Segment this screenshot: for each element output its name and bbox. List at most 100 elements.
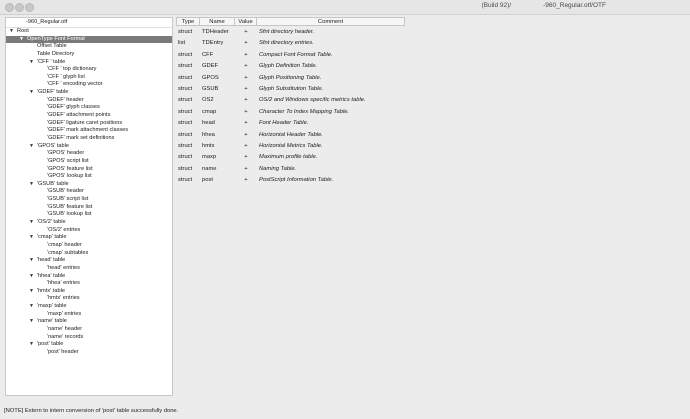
tree-item[interactable]: 'maxp' entries xyxy=(6,311,172,319)
tree-item[interactable]: 'GPOS' script list xyxy=(6,158,172,166)
tree-item[interactable]: ▼'name' table xyxy=(6,318,172,326)
cell-name: GDEF xyxy=(202,63,219,70)
tree-item[interactable]: 'name' header xyxy=(6,326,172,334)
cell-value[interactable]: + xyxy=(235,61,257,72)
table-row[interactable]: struct cmap + Character To Index Mapping Ta… xyxy=(176,107,690,118)
cell-value[interactable]: + xyxy=(235,38,257,49)
table-row[interactable]: struct post + PostScript Information Table. xyxy=(176,175,690,186)
table-row[interactable]: struct GPOS + Glyph Positioning Table. xyxy=(176,73,690,84)
tree-item[interactable]: ▼'head' table xyxy=(6,257,172,265)
cell-value[interactable]: + xyxy=(235,107,257,118)
tree-item[interactable]: 'GSUB' feature list xyxy=(6,204,172,212)
tree-item[interactable]: ▼ 'CFF ' table xyxy=(6,59,172,67)
disclosure-triangle-icon[interactable]: ▼ xyxy=(29,318,34,326)
tree-item[interactable]: 'CFF ' encoding vector xyxy=(6,81,172,89)
tree-item[interactable]: 'GDEF' glyph classes xyxy=(6,104,172,112)
tree-item[interactable]: 'cmap' subtables xyxy=(6,250,172,258)
tree-item[interactable]: ▼ 'GPOS' table xyxy=(6,143,172,151)
tree-item[interactable]: 'GDEF' mark attachment classes xyxy=(6,127,172,135)
tree-item[interactable]: Offset Table xyxy=(6,43,172,51)
table-row[interactable]: list TDEntry + Sfnt directory entries. xyxy=(176,38,690,49)
table-row[interactable]: struct hhea + Horizontal Header Table. xyxy=(176,130,690,141)
disclosure-triangle-icon[interactable]: ▼ xyxy=(29,273,34,281)
table-row[interactable]: struct CFF + Compact Font Format Table. xyxy=(176,50,690,61)
cell-value[interactable]: + xyxy=(235,175,257,186)
tree-item[interactable]: ▼'cmap' table xyxy=(6,234,172,242)
cell-value[interactable]: + xyxy=(235,84,257,95)
disclosure-triangle-icon[interactable]: ▼ xyxy=(29,143,34,151)
table-row[interactable]: struct GDEF + Glyph Definition Table. xyxy=(176,61,690,72)
tree-item[interactable]: 'head' entries xyxy=(6,265,172,273)
tree-item[interactable]: 'GPOS' lookup list xyxy=(6,173,172,181)
cell-value[interactable]: + xyxy=(235,95,257,106)
tree-item[interactable]: 'hhea' entries xyxy=(6,280,172,288)
column-header-name[interactable]: Name xyxy=(200,17,235,26)
tree-item[interactable]: 'GPOS' header xyxy=(6,150,172,158)
table-row[interactable]: struct GSUB + Glyph Substitution Table. xyxy=(176,84,690,95)
disclosure-triangle-icon[interactable]: ▼ xyxy=(19,36,24,44)
table-row[interactable]: struct OS2 + OS/2 and Windows specific metr… xyxy=(176,95,690,106)
tree-item[interactable]: 'CFF ' top dictionary xyxy=(6,66,172,74)
cell-value[interactable]: + xyxy=(235,130,257,141)
disclosure-triangle-icon[interactable]: ▼ xyxy=(29,219,34,227)
minimize-window-button[interactable] xyxy=(15,3,24,12)
cell-value[interactable]: + xyxy=(235,73,257,84)
tree-item[interactable]: ▼ 'GSUB' table xyxy=(6,181,172,189)
tree-item[interactable]: 'GPOS' feature list xyxy=(6,166,172,174)
cell-type: struct xyxy=(178,108,193,115)
tree-item[interactable]: ▼ OpenType Font Format xyxy=(6,35,172,44)
tree-item-label: 'CFF ' encoding vector xyxy=(47,81,103,88)
column-header-value[interactable]: Value xyxy=(235,17,257,26)
cell-name: maxp xyxy=(202,154,217,161)
tree-item[interactable]: ▼ Root xyxy=(6,28,172,36)
tree-item[interactable]: 'cmap' header xyxy=(6,242,172,250)
zoom-window-button[interactable] xyxy=(25,3,34,12)
tree-item[interactable]: Table Directory xyxy=(6,51,172,59)
cell-value[interactable]: + xyxy=(235,27,257,38)
tree-item[interactable]: 'GSUB' script list xyxy=(6,196,172,204)
table-row[interactable]: struct TDHeader + Sfnt directory header. xyxy=(176,27,690,38)
tree-item[interactable]: 'CFF ' glyph list xyxy=(6,74,172,82)
tree-item[interactable]: 'post' header xyxy=(6,349,172,357)
cell-value[interactable]: + xyxy=(235,152,257,163)
tree-item[interactable]: ▼ 'GDEF' table xyxy=(6,89,172,97)
tree-item[interactable]: ▼'hmtx' table xyxy=(6,288,172,296)
structure-tree[interactable]: -960_Regular.otf ▼ Root ▼ OpenType Font For… xyxy=(5,17,173,396)
column-header-type[interactable]: Type xyxy=(176,17,200,26)
tree-item[interactable]: 'GDEF' header xyxy=(6,97,172,105)
tree-item[interactable]: ▼'maxp' table xyxy=(6,303,172,311)
disclosure-triangle-icon[interactable]: ▼ xyxy=(29,181,34,189)
disclosure-triangle-icon[interactable]: ▼ xyxy=(29,341,34,349)
cell-value[interactable]: + xyxy=(235,50,257,61)
tree-item[interactable]: ▼'post' table xyxy=(6,341,172,349)
cell-value[interactable]: + xyxy=(235,141,257,152)
table-row[interactable]: struct name + Naming Table. xyxy=(176,164,690,175)
disclosure-triangle-icon[interactable]: ▼ xyxy=(29,257,34,265)
disclosure-triangle-icon[interactable]: ▼ xyxy=(9,28,14,36)
tree-item[interactable]: 'hmtx' entries xyxy=(6,295,172,303)
tree-item[interactable]: 'OS/2' entries xyxy=(6,227,172,235)
tree-item-label: 'CFF ' table xyxy=(37,58,66,65)
tree-item[interactable]: 'GDEF' attachment points xyxy=(6,112,172,120)
tree-item[interactable]: 'GSUB' header xyxy=(6,188,172,196)
disclosure-triangle-icon[interactable]: ▼ xyxy=(29,234,34,242)
disclosure-triangle-icon[interactable]: ▼ xyxy=(29,288,34,296)
disclosure-triangle-icon[interactable]: ▼ xyxy=(29,59,34,67)
close-window-button[interactable] xyxy=(5,3,14,12)
tree-item-label: 'OS/2' entries xyxy=(47,226,81,233)
cell-value[interactable]: + xyxy=(235,164,257,175)
disclosure-triangle-icon[interactable]: ▼ xyxy=(29,303,34,311)
tree-item[interactable]: 'GDEF' mark set definitions xyxy=(6,135,172,143)
table-row[interactable]: struct maxp + Maximum profile table. xyxy=(176,152,690,163)
cell-value[interactable]: + xyxy=(235,118,257,129)
cell-comment: Horizontal Header Table. xyxy=(259,131,323,138)
disclosure-triangle-icon[interactable]: ▼ xyxy=(29,89,34,97)
tree-item[interactable]: 'GSUB' lookup list xyxy=(6,211,172,219)
tree-item[interactable]: ▼'hhea' table xyxy=(6,273,172,281)
table-row[interactable]: struct hmtx + Horizontal Metrics Table. xyxy=(176,141,690,152)
table-row[interactable]: struct head + Font Header Table. xyxy=(176,118,690,129)
tree-item[interactable]: 'name' records xyxy=(6,334,172,342)
tree-item[interactable]: ▼ 'OS/2' table xyxy=(6,219,172,227)
tree-item[interactable]: 'GDEF' ligature caret positions xyxy=(6,120,172,128)
column-header-comment[interactable]: Comment xyxy=(257,17,405,26)
